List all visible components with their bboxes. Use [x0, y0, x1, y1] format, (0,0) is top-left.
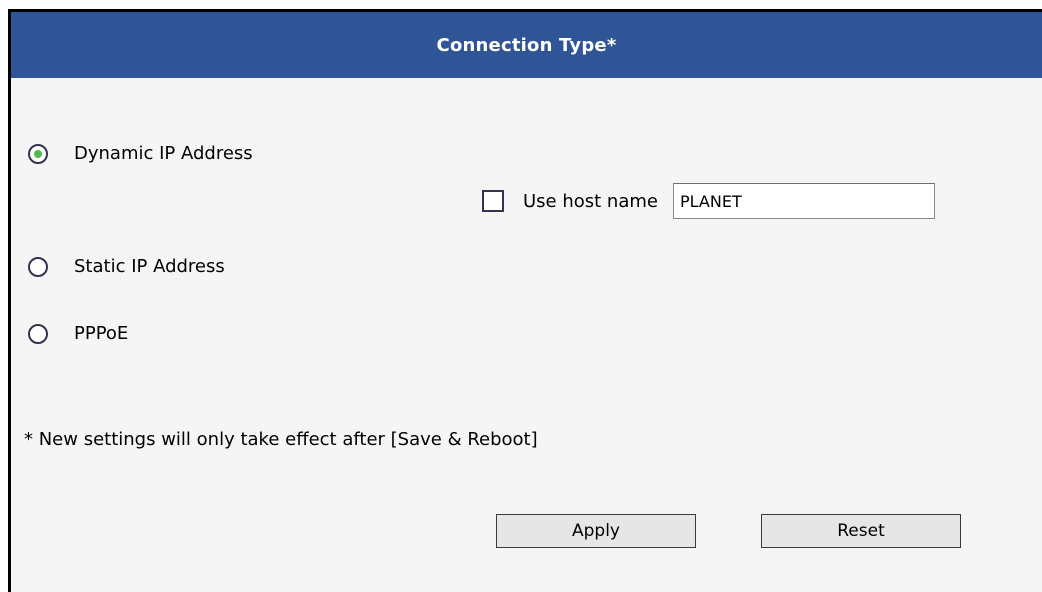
host-name-row: Use host name: [482, 183, 935, 219]
static-ip-radio[interactable]: [28, 256, 48, 277]
radio-option-pppoe[interactable]: PPPoE: [28, 323, 128, 344]
static-ip-label: Static IP Address: [74, 256, 225, 277]
use-host-name-label: Use host name: [523, 190, 658, 212]
host-name-input[interactable]: [672, 183, 935, 219]
dynamic-ip-radio[interactable]: [28, 143, 48, 164]
connection-type-panel: Connection Type* Dynamic IP Address Use …: [8, 9, 1042, 592]
page-title: Connection Type*: [436, 34, 617, 56]
panel-header: Connection Type*: [11, 12, 1042, 78]
reboot-note: * New settings will only take effect aft…: [24, 429, 538, 450]
radio-option-static-ip[interactable]: Static IP Address: [28, 256, 225, 277]
dynamic-ip-label: Dynamic IP Address: [74, 143, 253, 164]
pppoe-radio[interactable]: [28, 323, 48, 344]
radio-option-dynamic-ip[interactable]: Dynamic IP Address: [28, 143, 253, 164]
pppoe-label: PPPoE: [74, 323, 129, 344]
reset-button[interactable]: Reset: [761, 514, 961, 548]
apply-button[interactable]: Apply: [496, 514, 696, 548]
use-host-name-checkbox[interactable]: [482, 190, 504, 212]
